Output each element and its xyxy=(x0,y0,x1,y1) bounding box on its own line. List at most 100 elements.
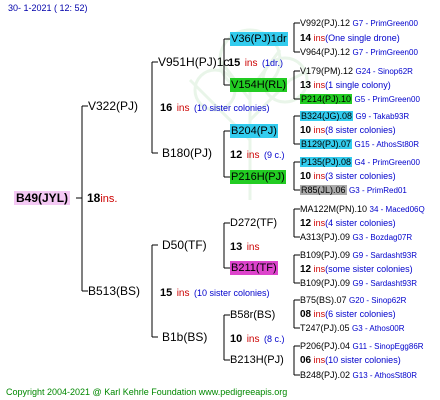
ins-label: ins xyxy=(313,125,326,135)
ins-label: ins xyxy=(176,103,190,114)
gen-info: G15 - AthosSt80R xyxy=(354,140,420,149)
count: 16 xyxy=(160,102,173,114)
count: 10 xyxy=(230,333,243,345)
queen-id: A313(PJ).09 xyxy=(300,232,351,242)
gen-info: G3 - PrimRed01 xyxy=(349,186,407,195)
gen4-row[interactable]: P135(PJ).08 G4 - PrimGreen00 xyxy=(300,155,420,170)
gen3-queen-v154h[interactable]: V154H(RL) xyxy=(230,78,288,92)
timestamp-header: 30- 1-2021 ( 12: 52) xyxy=(8,3,88,13)
ins-label: ins xyxy=(246,150,260,161)
gen-info: G11 - SinopEgg86R xyxy=(352,342,424,351)
gen-info: G3 - Bozdag07R xyxy=(352,233,413,242)
sister-note: (10 sister colonies) xyxy=(193,103,270,113)
gen1-b513-insemination: 15 ins (10 sister colonies) xyxy=(160,285,269,301)
gen4-ins-row: 13 ins(1 single colony) xyxy=(300,78,391,93)
gen4-row[interactable]: P214(PJ).10 G5 - PrimGreen00 xyxy=(300,92,420,107)
queen-id: R85(JL).06 xyxy=(300,185,347,195)
gen2-queen-b1b[interactable]: B1b(BS) xyxy=(162,330,207,344)
gen3-queen-b211[interactable]: B211(TF) xyxy=(230,261,278,275)
gen3-queen-b58r[interactable]: B58r(BS) xyxy=(230,308,275,322)
gen4-ins-row: 08 ins(6 sister colonies) xyxy=(300,307,396,322)
gen4-row[interactable]: P206(PJ).04 G11 - SinopEgg86R xyxy=(300,339,424,354)
count: 15 xyxy=(160,287,173,299)
gen4-ins-row: 10 ins(8 sister colonies) xyxy=(300,123,396,138)
gen3-queen-d272[interactable]: D272(TF) xyxy=(230,216,277,230)
gen4-row[interactable]: B75(BS).07 G20 - Sinop62R xyxy=(300,293,406,308)
queen-id: B324(JG).08 xyxy=(300,111,354,121)
gen2-queen-v951h[interactable]: V951H(PJ)1c xyxy=(158,55,229,69)
queen-id: V964(PJ).12 xyxy=(300,47,351,57)
note: (10 sister colonies) xyxy=(325,355,401,365)
ins-label: ins xyxy=(313,171,326,181)
gen3-queen-v36[interactable]: V36(PJ)1dr xyxy=(230,32,288,46)
gen4-row[interactable]: R85(JL).06 G3 - PrimRed01 xyxy=(300,183,407,198)
count: 12 xyxy=(300,218,312,229)
gen4-ins-row: 06 ins(10 sister colonies) xyxy=(300,353,401,368)
queen-id: V179(PM).12 xyxy=(300,66,354,76)
gen1-queen-v322[interactable]: V322(PJ) xyxy=(88,99,138,113)
queen-id: MA122M(PN).10 xyxy=(300,204,368,214)
gen4-ins-row: 12 ins(some sister colonies) xyxy=(300,262,413,277)
sister-note: (9 c.) xyxy=(263,150,285,160)
gen-info: G9 - Sardasht93R xyxy=(352,279,418,288)
count: 14 xyxy=(300,33,312,44)
gen3-queen-b204[interactable]: B204(PJ) xyxy=(230,124,278,138)
gen3-queen-b213h[interactable]: B213H(PJ) xyxy=(230,353,284,367)
copyright-footer: Copyright 2004-2021 @ Karl Kehrle Founda… xyxy=(6,387,288,397)
gen4-ins-row: 10 ins(3 sister colonies) xyxy=(300,169,396,184)
sister-note: (8 c.) xyxy=(263,334,285,344)
gen-info: G4 - PrimGreen00 xyxy=(354,158,420,167)
pedigree-page: { "header": { "date": "30- 1-2021 ( 12: … xyxy=(0,0,440,400)
gen2-queen-b180[interactable]: B180(PJ) xyxy=(162,146,212,160)
gen-info: G7 - PrimGreen00 xyxy=(352,48,418,57)
note: (3 sister colonies) xyxy=(325,171,396,181)
queen-id: B109(PJ).09 xyxy=(300,278,351,288)
sister-note: (10 sister colonies) xyxy=(193,288,270,298)
count: 10 xyxy=(300,125,312,136)
gen4-row[interactable]: B109(PJ).09 G9 - Sardasht93R xyxy=(300,248,417,263)
ins-label: ins xyxy=(313,355,326,365)
root-ins-label: ins. xyxy=(100,193,118,205)
gen4-row[interactable]: B109(PJ).09 G9 - Sardasht93R xyxy=(300,276,417,291)
root-queen-id[interactable]: B49(JYL) xyxy=(14,191,71,205)
gen4-row[interactable]: V992(PJ).12 G7 - PrimGreen00 xyxy=(300,16,418,31)
gen-info: G7 - PrimGreen00 xyxy=(352,19,418,28)
queen-id: B75(BS).07 xyxy=(300,295,347,305)
gen2-v951h-insemination: 15 ins (1dr.) xyxy=(228,55,283,71)
count: 10 xyxy=(300,171,312,182)
ins-label: ins xyxy=(313,80,326,90)
gen4-row[interactable]: T247(PJ).05 G3 - Athos00R xyxy=(300,321,405,336)
gen4-row[interactable]: A313(PJ).09 G3 - Bozdag07R xyxy=(300,230,412,245)
gen-info: 34 - Maced06Q xyxy=(369,205,425,214)
gen1-queen-b513[interactable]: B513(BS) xyxy=(88,284,140,298)
gen-info: G9 - Sardasht93R xyxy=(352,251,418,260)
gen3-queen-p216h[interactable]: P216H(PJ) xyxy=(230,170,286,184)
gen-info: G13 - AthosSt80R xyxy=(352,371,418,380)
gen4-row[interactable]: V179(PM).12 G24 - Sinop62R xyxy=(300,64,413,79)
gen2-d50-insemination: 13 ins xyxy=(230,239,260,255)
ins-label: ins xyxy=(313,33,326,43)
count: 15 xyxy=(228,57,241,69)
queen-id: T247(PJ).05 xyxy=(300,323,350,333)
queen-id: V992(PJ).12 xyxy=(300,18,351,28)
ins-label: ins xyxy=(313,218,326,228)
gen4-row[interactable]: B324(JG).08 G9 - Takab93R xyxy=(300,109,409,124)
gen4-row[interactable]: V964(PJ).12 G7 - PrimGreen00 xyxy=(300,45,418,60)
queen-id: B129(PJ).07 xyxy=(300,139,353,149)
ins-label: ins xyxy=(246,242,260,253)
gen4-ins-row: 14 ins(One single drone) xyxy=(300,31,400,46)
count: 12 xyxy=(300,264,312,275)
gen-info: G3 - Athos00R xyxy=(352,324,405,333)
root-count: 18 xyxy=(87,191,101,205)
gen1-v322-insemination: 16 ins (10 sister colonies) xyxy=(160,100,269,116)
note: (8 sister colonies) xyxy=(325,125,396,135)
gen4-row[interactable]: B248(PJ).02 G13 - AthosSt80R xyxy=(300,368,417,383)
ins-label: ins xyxy=(313,309,326,319)
gen2-queen-d50[interactable]: D50(TF) xyxy=(162,238,207,252)
gen4-row[interactable]: B129(PJ).07 G15 - AthosSt80R xyxy=(300,137,419,152)
gen2-b1b-insemination: 10 ins (8 c.) xyxy=(230,331,284,347)
gen4-row[interactable]: MA122M(PN).10 34 - Maced06Q xyxy=(300,202,425,217)
count: 13 xyxy=(230,241,243,253)
root-insemination: 18ins. xyxy=(87,191,117,206)
count: 12 xyxy=(230,149,243,161)
